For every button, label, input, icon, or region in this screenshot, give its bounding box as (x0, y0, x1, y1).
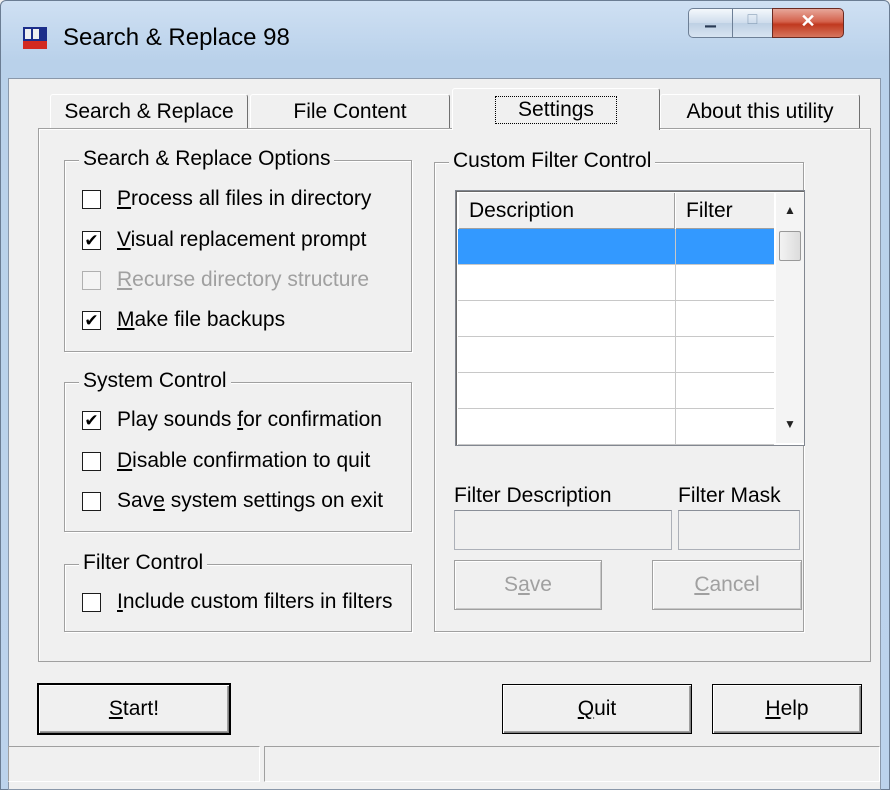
column-header-description[interactable]: Description (458, 193, 675, 229)
tab-label: About this utility (686, 99, 834, 123)
scroll-up-icon[interactable]: ▲ (776, 193, 804, 227)
checkmark-icon[interactable]: ✔ (82, 410, 101, 430)
cell-description (458, 373, 676, 408)
checkbox-box[interactable] (82, 592, 101, 612)
filter-description-label: Filter Description (454, 484, 612, 507)
app-icon (22, 25, 48, 51)
checkmark-icon[interactable]: ✔ (82, 310, 101, 330)
minimize-icon: ▁ (705, 11, 716, 27)
list-row[interactable] (458, 265, 774, 301)
tab-settings[interactable]: Settings (452, 88, 660, 130)
button-label: Help (765, 697, 809, 720)
list-row[interactable] (458, 301, 774, 337)
cell-filter (676, 337, 774, 372)
tab-label: File Content (293, 99, 407, 123)
button-label: Cancel (694, 573, 760, 596)
play-sounds-checkbox[interactable]: ✔ Play sounds for confirmation (82, 408, 382, 432)
checkbox-box[interactable] (82, 270, 101, 290)
list-row[interactable] (458, 373, 774, 409)
save-button[interactable]: Save (454, 560, 602, 610)
cell-description (458, 229, 676, 264)
cell-filter (676, 301, 774, 336)
save-system-settings-checkbox[interactable]: Save system settings on exit (82, 489, 383, 513)
column-label: Description (469, 199, 575, 222)
list-row[interactable] (458, 337, 774, 373)
status-bar-pane-left (8, 746, 260, 782)
checkbox-label: Include custom filters in filters (117, 590, 393, 613)
status-bar-pane-right (264, 746, 880, 782)
list-rows (458, 229, 774, 445)
filter-mask-field[interactable] (678, 510, 800, 550)
visual-replacement-prompt-checkbox[interactable]: ✔ Visual replacement prompt (82, 228, 366, 252)
column-header-filter[interactable]: Filter (675, 193, 774, 229)
column-label: Filter (686, 199, 733, 222)
scroll-down-icon[interactable]: ▼ (776, 407, 804, 441)
cell-filter (676, 265, 774, 300)
window-title: Search & Replace 98 (63, 24, 290, 51)
title-bar[interactable]: Search & Replace 98 ▁ □ ✕ (0, 0, 890, 78)
cell-description (458, 409, 676, 444)
group-title: Filter Control (79, 551, 208, 575)
close-icon: ✕ (800, 11, 816, 31)
cell-filter (676, 373, 774, 408)
scroll-thumb[interactable] (779, 231, 801, 261)
cell-description (458, 301, 676, 336)
checkbox-label: Save system settings on exit (117, 489, 384, 512)
tab-search-replace[interactable]: Search & Replace (50, 94, 248, 128)
start-button[interactable]: Start! (38, 684, 230, 734)
button-label: Quit (577, 697, 617, 720)
minimize-button[interactable]: ▁ (688, 8, 732, 38)
button-label: Start! (108, 697, 160, 720)
checkbox-label: Make file backups (117, 308, 286, 331)
help-button[interactable]: Help (712, 684, 862, 734)
recurse-directory-structure-checkbox[interactable]: Recurse directory structure (82, 268, 369, 292)
group-title: Search & Replace Options (79, 147, 335, 171)
cancel-button[interactable]: Cancel (652, 560, 802, 610)
group-title: Custom Filter Control (449, 149, 656, 173)
include-custom-filters-checkbox[interactable]: Include custom filters in filters (82, 590, 392, 614)
checkbox-box[interactable] (82, 451, 101, 471)
custom-filter-list[interactable]: Description Filter ▲ ▼ (455, 190, 805, 446)
disable-confirmation-checkbox[interactable]: Disable confirmation to quit (82, 449, 370, 473)
vertical-scrollbar[interactable]: ▲ ▼ (776, 193, 804, 443)
cell-description (458, 265, 676, 300)
make-file-backups-checkbox[interactable]: ✔ Make file backups (82, 308, 285, 332)
checkbox-label: Process all files in directory (117, 187, 372, 210)
maximize-icon: □ (747, 11, 758, 28)
checkbox-box[interactable] (82, 491, 101, 511)
checkbox-label: Play sounds for confirmation (117, 408, 382, 431)
tab-label: Settings (495, 95, 617, 124)
cell-filter (676, 229, 774, 264)
filter-description-field[interactable] (454, 510, 672, 550)
checkbox-label: Disable confirmation to quit (117, 449, 371, 472)
maximize-button[interactable]: □ (732, 8, 772, 38)
checkbox-box[interactable] (82, 189, 101, 209)
tab-label: Search & Replace (64, 99, 234, 123)
filter-mask-label: Filter Mask (678, 484, 781, 507)
quit-button[interactable]: Quit (502, 684, 692, 734)
cell-filter (676, 409, 774, 444)
list-row[interactable] (458, 229, 774, 265)
list-row[interactable] (458, 409, 774, 445)
tab-about[interactable]: About this utility (660, 94, 860, 128)
process-all-files-checkbox[interactable]: Process all files in directory (82, 187, 371, 211)
checkmark-icon[interactable]: ✔ (82, 230, 101, 250)
checkbox-label: Visual replacement prompt (117, 228, 367, 251)
button-label: Save (504, 573, 552, 596)
list-header: Description Filter (458, 193, 774, 229)
tab-file-content[interactable]: File Content (250, 94, 450, 128)
cell-description (458, 337, 676, 372)
checkbox-label: Recurse directory structure (117, 268, 370, 291)
close-button[interactable]: ✕ (772, 8, 844, 38)
group-title: System Control (79, 369, 231, 393)
